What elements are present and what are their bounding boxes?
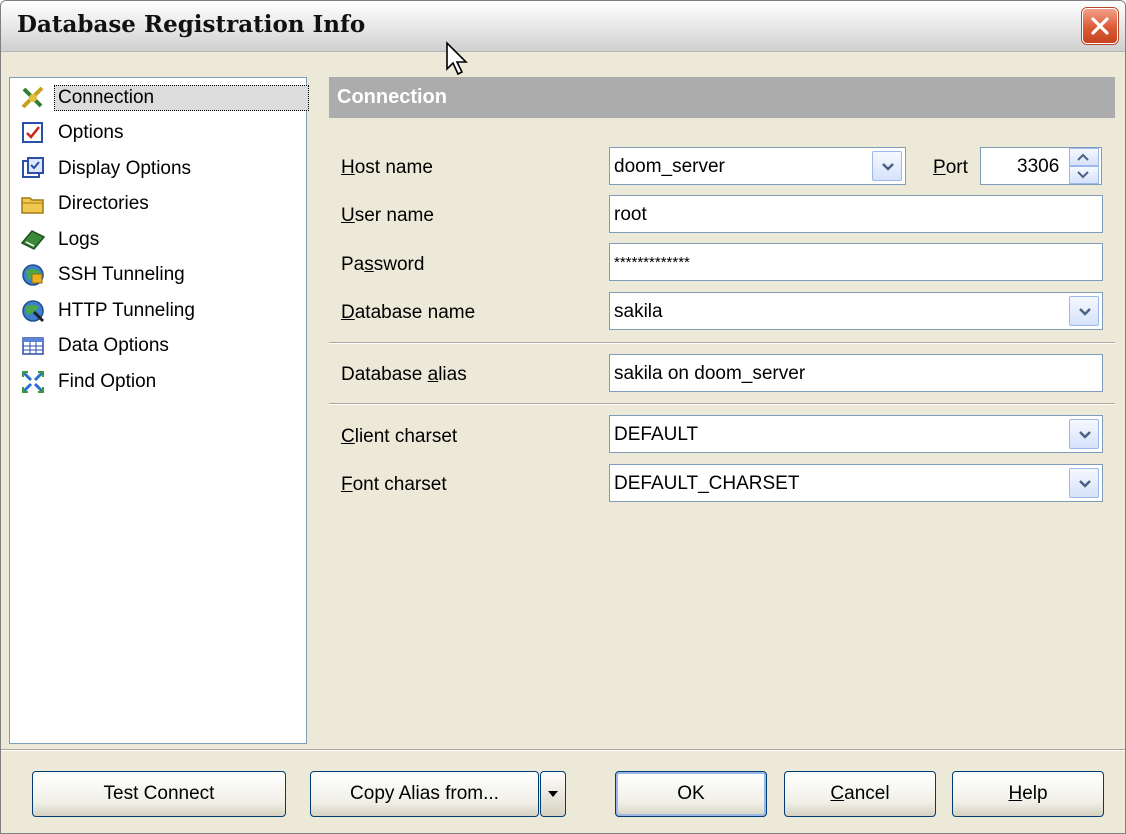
help-label: Help	[1008, 783, 1048, 804]
port-value: 3306	[1017, 156, 1060, 177]
ok-button[interactable]: OK	[615, 771, 767, 817]
nav-label: Connection	[54, 85, 310, 111]
chevron-down-icon	[1079, 480, 1091, 488]
window-title: Database Registration Info	[17, 11, 366, 38]
host-name-label: Host name	[341, 157, 433, 178]
logs-icon	[20, 227, 46, 253]
nav-item-find-option[interactable]: Find Option	[20, 366, 160, 398]
title-bar[interactable]: Database Registration Info	[1, 1, 1125, 52]
nav-item-directories[interactable]: Directories	[20, 188, 153, 220]
port-up-button[interactable]	[1069, 148, 1099, 166]
nav-item-display-options[interactable]: Display Options	[20, 153, 195, 185]
separator	[1, 749, 1125, 751]
nav-label: Display Options	[58, 158, 192, 179]
copy-alias-dropdown-button[interactable]	[540, 771, 566, 817]
separator	[329, 342, 1115, 344]
database-alias-label: Database alias	[341, 364, 467, 385]
connection-icon	[20, 85, 46, 111]
copy-alias-button[interactable]: Copy Alias from...	[310, 771, 539, 817]
password-input[interactable]: *************	[609, 243, 1103, 281]
font-charset-value: DEFAULT_CHARSET	[614, 473, 800, 494]
nav-item-ssh-tunneling[interactable]: SSH Tunneling	[20, 259, 189, 291]
font-charset-label: Font charset	[341, 474, 447, 495]
database-alias-value: sakila on doom_server	[614, 363, 806, 384]
section-title: Connection	[337, 86, 447, 108]
user-name-value: root	[614, 204, 647, 225]
ok-label: OK	[677, 783, 705, 804]
port-label: Port	[933, 157, 968, 178]
font-charset-combobox[interactable]: DEFAULT_CHARSET	[609, 464, 1103, 502]
nav-label: Data Options	[58, 335, 169, 356]
database-name-value: sakila	[614, 301, 663, 322]
password-value: *************	[614, 254, 690, 271]
password-label: Password	[341, 254, 425, 275]
copy-alias-label: Copy Alias from...	[350, 783, 499, 804]
nav-item-http-tunneling[interactable]: HTTP Tunneling	[20, 295, 199, 327]
caret-down-icon	[548, 791, 558, 797]
find-option-icon	[20, 369, 46, 395]
chevron-down-icon	[1079, 308, 1091, 316]
user-name-input[interactable]: root	[609, 195, 1103, 233]
user-name-label: User name	[341, 205, 434, 226]
nav-label: Logs	[58, 229, 100, 250]
test-connect-label: Test Connect	[103, 783, 215, 804]
nav-label: Find Option	[58, 371, 157, 392]
ssh-tunneling-icon	[20, 262, 46, 288]
mouse-cursor-icon	[446, 41, 468, 76]
chevron-down-icon	[882, 163, 894, 171]
port-down-button[interactable]	[1069, 166, 1099, 184]
nav-item-data-options[interactable]: Data Options	[20, 330, 173, 362]
arrow-up-icon	[1077, 153, 1089, 161]
nav-label: HTTP Tunneling	[58, 300, 195, 321]
database-name-dropdown-button[interactable]	[1069, 296, 1099, 326]
font-charset-dropdown-button[interactable]	[1069, 468, 1099, 498]
nav-label: Directories	[58, 193, 149, 214]
http-tunneling-icon	[20, 298, 46, 324]
host-name-combobox[interactable]: doom_server	[609, 147, 906, 185]
port-spinner[interactable]	[1069, 148, 1099, 184]
help-button[interactable]: Help	[952, 771, 1104, 817]
close-button[interactable]	[1082, 8, 1118, 44]
dialog-window: Database Registration Info Connection Op…	[0, 0, 1126, 834]
host-name-value: doom_server	[614, 156, 725, 177]
nav-label: Options	[58, 122, 124, 143]
display-options-icon	[20, 156, 46, 182]
client-charset-dropdown-button[interactable]	[1069, 419, 1099, 449]
database-alias-input[interactable]: sakila on doom_server	[609, 354, 1103, 392]
separator	[329, 403, 1115, 405]
client-charset-label: Client charset	[341, 426, 458, 447]
nav-item-logs[interactable]: Logs	[20, 224, 103, 256]
client-charset-combobox[interactable]: DEFAULT	[609, 415, 1103, 453]
nav-item-options[interactable]: Options	[20, 117, 127, 149]
database-name-combobox[interactable]: sakila	[609, 292, 1103, 330]
cancel-label: Cancel	[830, 783, 890, 804]
nav-label: SSH Tunneling	[58, 264, 185, 285]
data-options-icon	[20, 333, 46, 359]
client-charset-value: DEFAULT	[614, 424, 699, 445]
database-name-label: Database name	[341, 302, 476, 323]
arrow-down-icon	[1077, 171, 1089, 179]
test-connect-button[interactable]: Test Connect	[32, 771, 286, 817]
navigation-tree: Connection Options Display Options Direc…	[9, 77, 310, 744]
chevron-down-icon	[1079, 431, 1091, 439]
section-header: Connection	[329, 77, 1115, 118]
nav-item-connection[interactable]: Connection	[20, 82, 310, 114]
host-name-dropdown-button[interactable]	[872, 151, 902, 181]
folder-icon	[20, 191, 46, 217]
close-icon	[1091, 17, 1109, 35]
options-icon	[20, 120, 46, 146]
cancel-button[interactable]: Cancel	[784, 771, 936, 817]
